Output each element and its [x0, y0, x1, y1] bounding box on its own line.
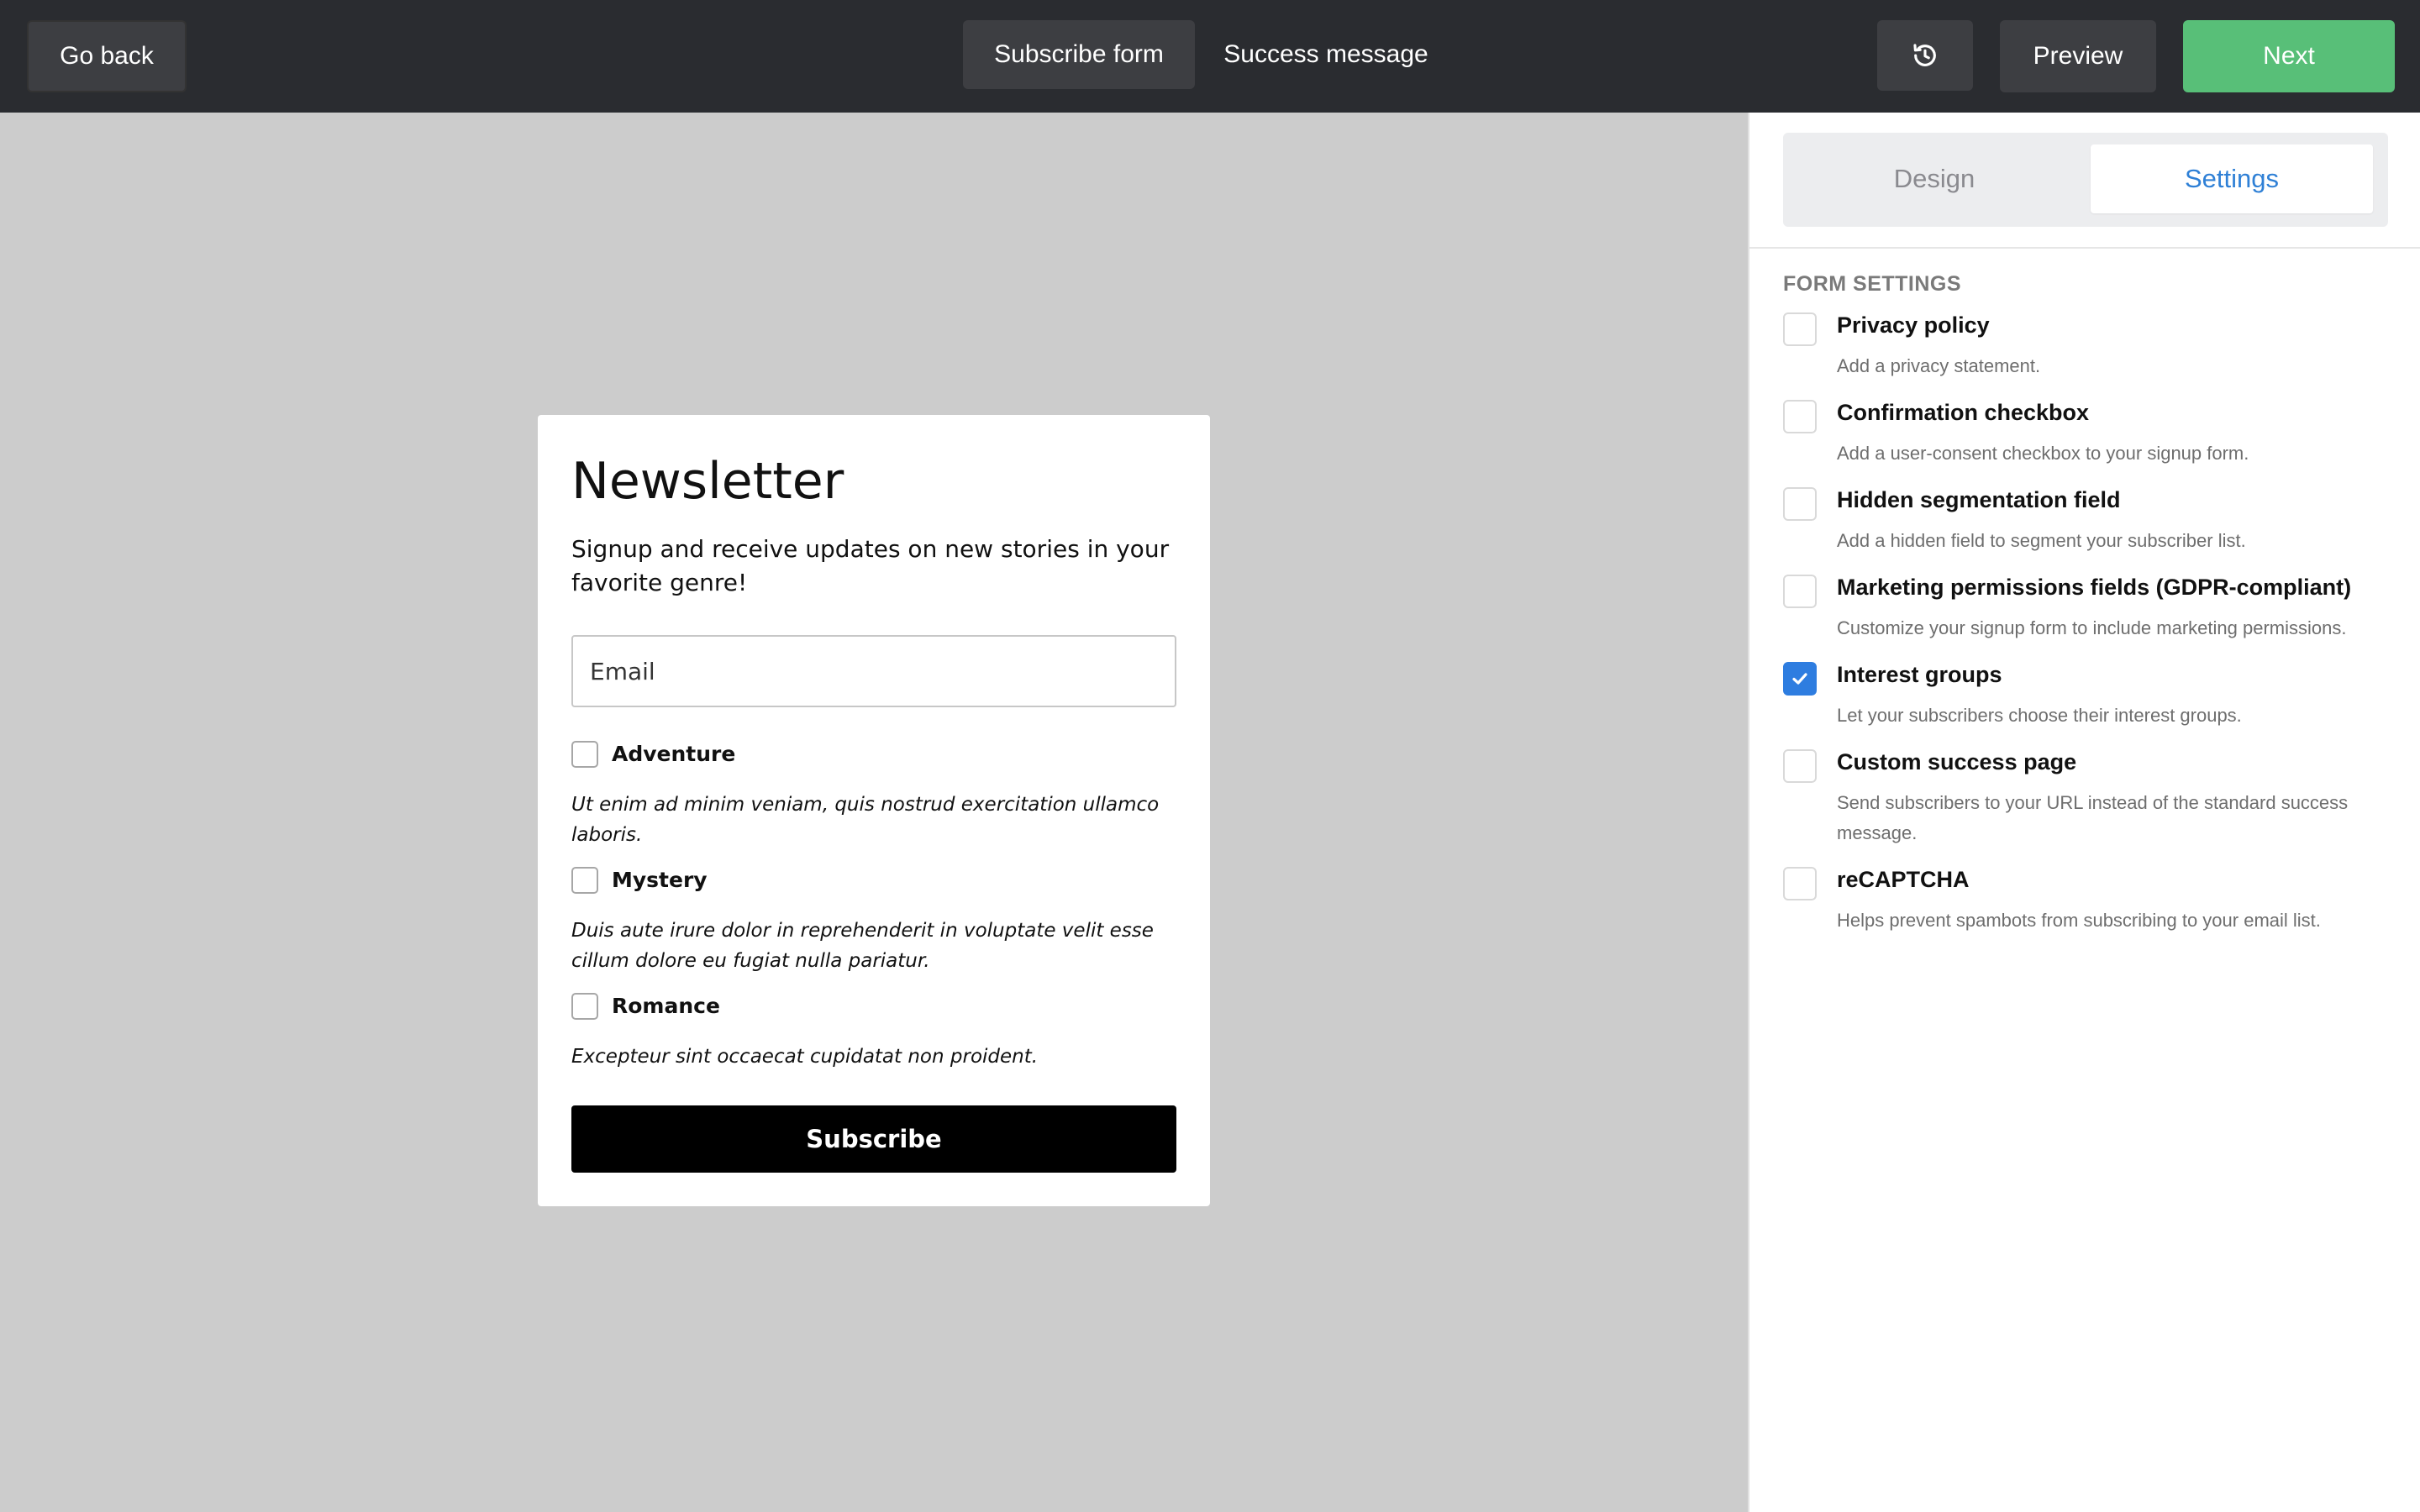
- genre-label: Adventure: [612, 742, 736, 766]
- panel-divider: [1749, 247, 2420, 249]
- interest-groups-checkbox[interactable]: [1783, 662, 1817, 696]
- setting-label: Hidden segmentation field: [1837, 487, 2121, 512]
- genre-checkbox-mystery[interactable]: [571, 867, 598, 894]
- history-button[interactable]: [1877, 20, 1973, 91]
- settings-panel: Design Settings FORM SETTINGS Privacy po…: [1748, 113, 2420, 1512]
- top-bar: Go back Subscribe form Success message P…: [0, 0, 2420, 113]
- tab-subscribe-form[interactable]: Subscribe form: [963, 20, 1195, 89]
- next-button[interactable]: Next: [2183, 20, 2395, 92]
- privacy-policy-checkbox[interactable]: [1783, 312, 1817, 346]
- setting-description: Add a hidden field to segment your subsc…: [1837, 530, 2246, 551]
- setting-description: Let your subscribers choose their intere…: [1837, 705, 2242, 726]
- setting-label: Interest groups: [1837, 662, 2002, 687]
- recaptcha-checkbox[interactable]: [1783, 867, 1817, 900]
- form-title: Newsletter: [571, 452, 844, 511]
- setting-description: Customize your signup form to include ma…: [1837, 617, 2347, 638]
- section-title: FORM SETTINGS: [1783, 272, 1962, 296]
- marketing-permissions-checkbox[interactable]: [1783, 575, 1817, 608]
- setting-description: Helps prevent spambots from subscribing …: [1837, 910, 2321, 931]
- newsletter-form-card: Newsletter Signup and receive updates on…: [538, 415, 1210, 1206]
- history-icon: [1913, 44, 1936, 66]
- subscribe-button[interactable]: Subscribe: [571, 1105, 1176, 1173]
- tab-success-message[interactable]: Success message: [1210, 20, 1442, 89]
- email-field[interactable]: [571, 635, 1176, 707]
- form-subtitle: Signup and receive updates on new storie…: [571, 535, 1170, 596]
- genre-description: Excepteur sint occaecat cupidatat non pr…: [571, 1046, 1039, 1068]
- genre-label: Romance: [612, 994, 720, 1018]
- panel-tab-switcher: Design Settings: [1783, 133, 2388, 227]
- setting-label: Confirmation checkbox: [1837, 400, 2090, 425]
- tab-settings[interactable]: Settings: [2091, 144, 2373, 213]
- hidden-segmentation-checkbox[interactable]: [1783, 487, 1817, 521]
- setting-label: reCAPTCHA: [1837, 867, 1970, 892]
- preview-button[interactable]: Preview: [2000, 20, 2156, 92]
- checkmark-icon: [1792, 673, 1807, 685]
- setting-description: Add a user-consent checkbox to your sign…: [1837, 443, 2249, 464]
- go-back-button[interactable]: Go back: [27, 20, 187, 92]
- confirmation-checkbox-checkbox[interactable]: [1783, 400, 1817, 433]
- genre-description: Duis aute irure dolor in reprehenderit i…: [571, 920, 1154, 972]
- custom-success-page-checkbox[interactable]: [1783, 749, 1817, 783]
- tab-design[interactable]: Design: [1791, 144, 2077, 213]
- setting-description: Add a privacy statement.: [1837, 355, 2041, 376]
- setting-description: Send subscribers to your URL instead of …: [1837, 792, 2349, 843]
- setting-label: Privacy policy: [1837, 312, 1990, 338]
- genre-description: Ut enim ad minim veniam, quis nostrud ex…: [571, 794, 1160, 846]
- setting-label: Custom success page: [1837, 749, 2077, 774]
- genre-label: Mystery: [612, 868, 708, 892]
- genre-checkbox-romance[interactable]: [571, 993, 598, 1020]
- genre-checkbox-adventure[interactable]: [571, 741, 598, 768]
- setting-label: Marketing permissions fields (GDPR-compl…: [1837, 575, 2352, 600]
